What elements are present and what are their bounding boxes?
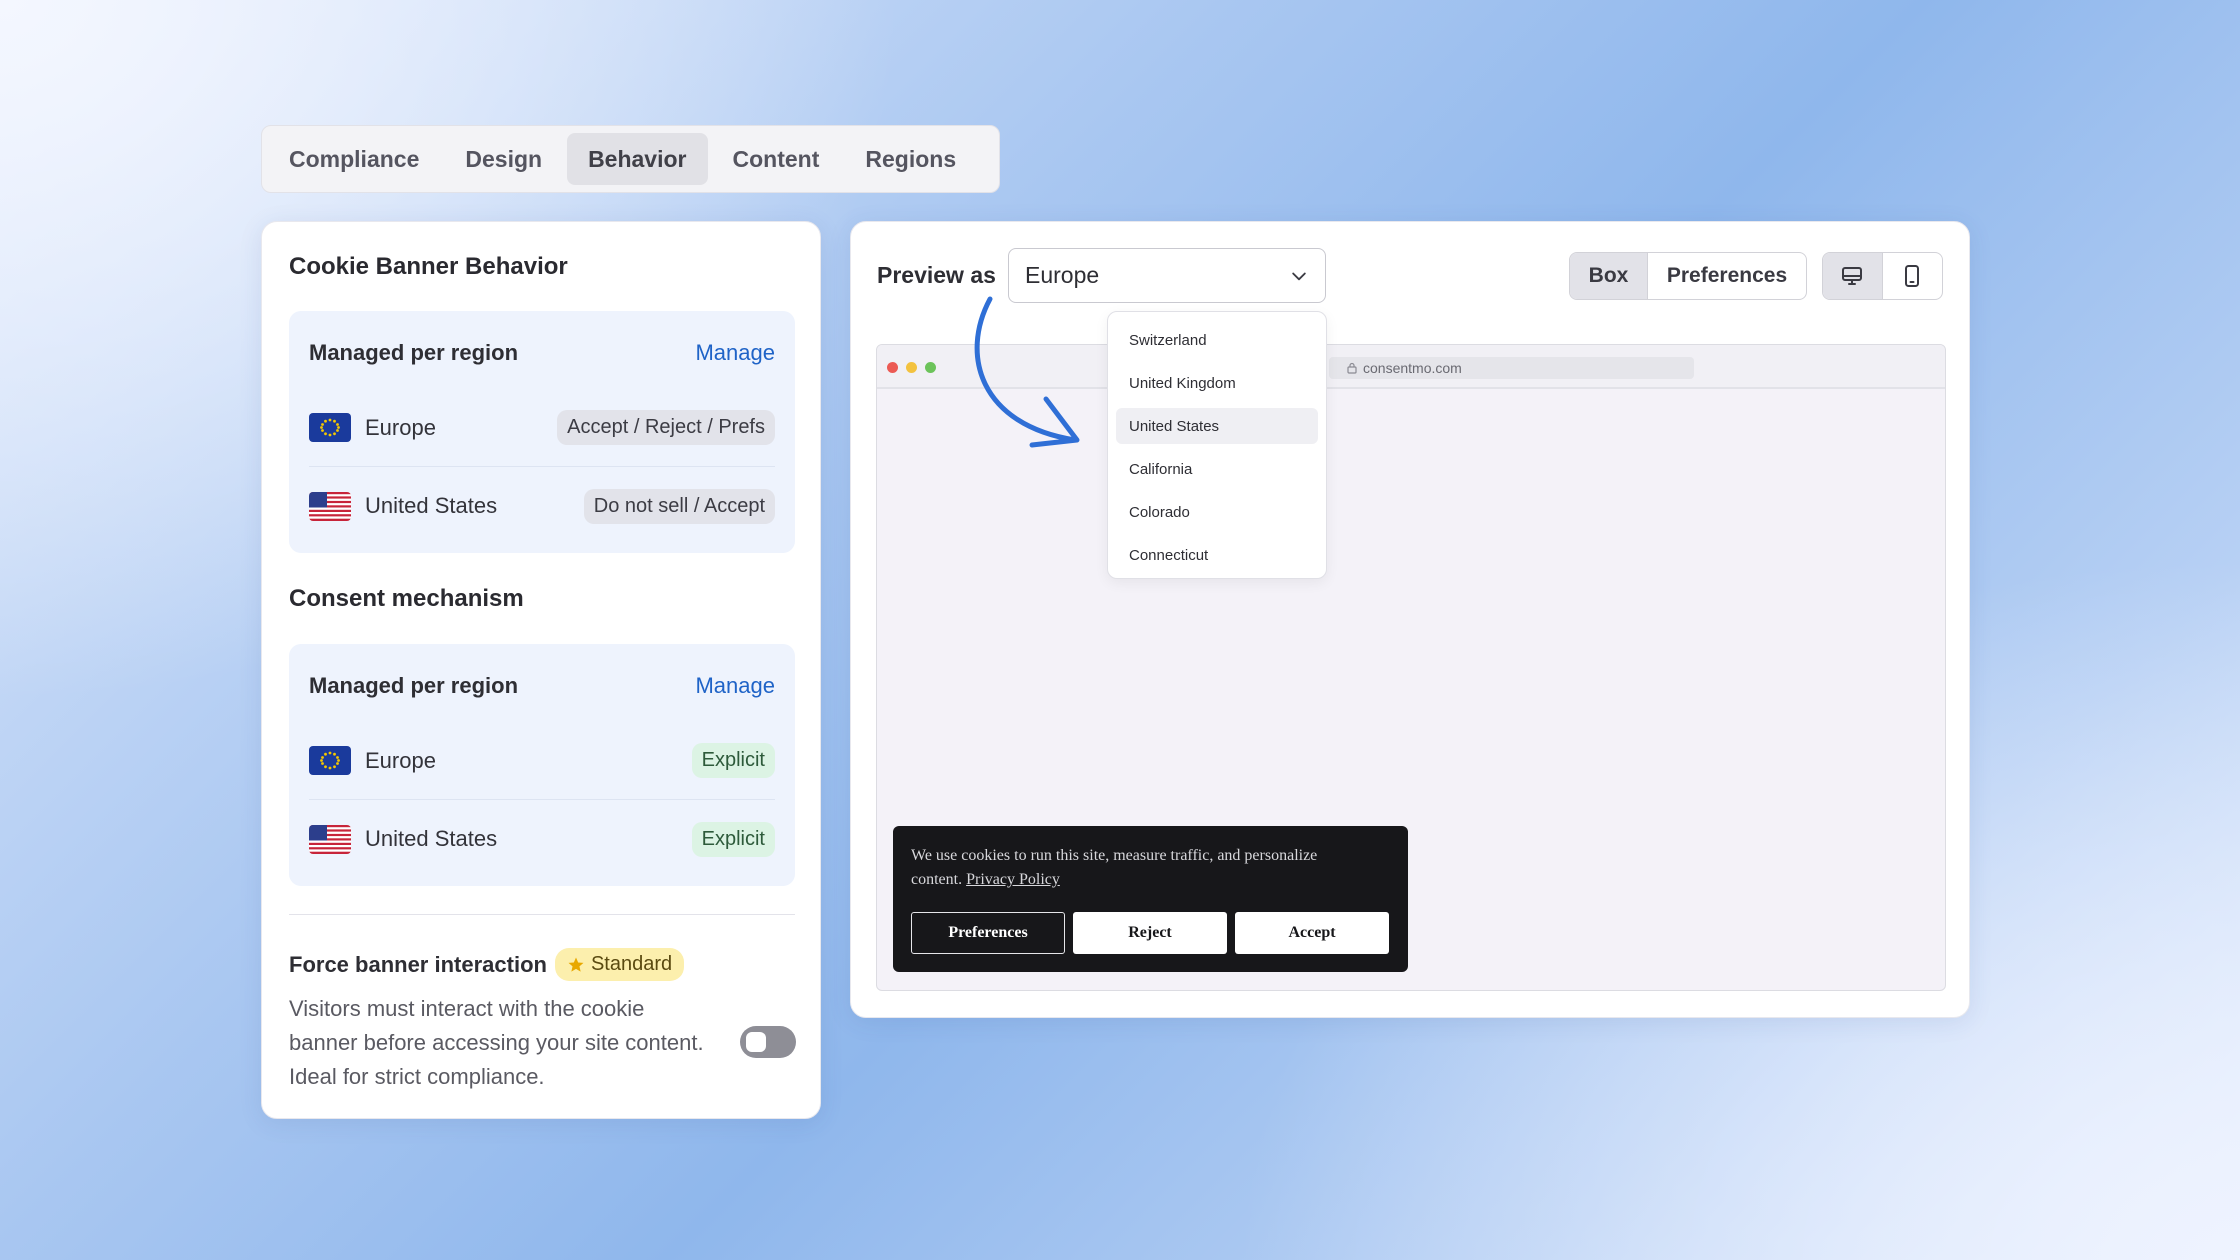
consent-mechanism-title: Consent mechanism (289, 585, 524, 612)
dropdown-option-united-kingdom[interactable]: United Kingdom (1116, 365, 1318, 401)
preview-as-label: Preview as (877, 262, 996, 288)
behavior-region-box: Managed per region Manage Europe Accept … (289, 311, 795, 553)
tab-design[interactable]: Design (444, 133, 563, 185)
force-banner-toggle[interactable] (740, 1026, 796, 1058)
close-dot-icon (887, 362, 898, 373)
view-mode-toggle: Box Preferences (1569, 252, 1807, 300)
region-row-united-states: United States Explicit (309, 800, 775, 878)
managed-per-region-label: Managed per region (309, 673, 519, 698)
region-name: Europe (365, 747, 436, 773)
eu-flag-icon (309, 413, 351, 442)
behavior-settings-panel: Cookie Banner Behavior Managed per regio… (261, 221, 821, 1119)
tab-content[interactable]: Content (712, 133, 841, 185)
region-row-united-states: United States Do not sell / Accept (309, 467, 775, 545)
dropdown-option-colorado[interactable]: Colorado (1116, 494, 1318, 530)
us-flag-icon (309, 824, 351, 854)
banner-accept-button[interactable]: Accept (1235, 912, 1389, 954)
mobile-view-button[interactable] (1883, 253, 1943, 299)
preferences-view-button[interactable]: Preferences (1648, 253, 1806, 299)
address-bar: consentmo.com (1329, 357, 1694, 379)
standard-badge: Standard (554, 948, 685, 981)
consent-value-badge: Explicit (691, 821, 775, 857)
box-view-button[interactable]: Box (1570, 253, 1648, 299)
region-select-value: Europe (1025, 262, 1100, 288)
behavior-value-badge: Do not sell / Accept (583, 488, 775, 524)
address-url: consentmo.com (1363, 360, 1462, 376)
dropdown-option-switzerland[interactable]: Switzerland (1116, 322, 1318, 358)
region-row-europe: Europe Accept / Reject / Prefs (309, 389, 775, 467)
desktop-icon (1842, 267, 1863, 285)
force-banner-description: Visitors must interact with the cookie b… (289, 996, 704, 1089)
standard-badge-label: Standard (590, 953, 673, 975)
eu-flag-icon (309, 746, 351, 775)
force-banner-title: Force banner interaction (289, 951, 547, 977)
cookie-banner-preview: We use cookies to run this site, measure… (893, 826, 1408, 972)
manage-behavior-link[interactable]: Manage (695, 340, 775, 366)
banner-reject-button[interactable]: Reject (1073, 912, 1227, 954)
force-banner-header: Force banner interaction Standard (289, 948, 685, 981)
maximize-dot-icon (925, 362, 936, 373)
desktop-view-button[interactable] (1823, 253, 1883, 299)
tab-behavior[interactable]: Behavior (567, 133, 708, 185)
manage-consent-link[interactable]: Manage (695, 673, 775, 699)
region-name: United States (365, 826, 498, 851)
mobile-icon (1905, 265, 1920, 287)
region-dropdown-menu: Switzerland United Kingdom United States… (1107, 311, 1327, 579)
consent-value-badge: Explicit (691, 743, 775, 778)
chevron-down-icon (1292, 272, 1306, 280)
section-divider (289, 914, 795, 915)
star-icon (568, 957, 584, 972)
region-row-europe: Europe Explicit (309, 722, 775, 800)
cookie-banner-text: We use cookies to run this site, measure… (911, 844, 1331, 892)
cookie-banner-behavior-title: Cookie Banner Behavior (289, 253, 568, 280)
managed-per-region-label: Managed per region (309, 340, 519, 365)
privacy-policy-link[interactable]: Privacy Policy (966, 871, 1060, 888)
banner-preferences-button[interactable]: Preferences (911, 912, 1065, 954)
toggle-knob (746, 1032, 766, 1052)
dropdown-option-connecticut[interactable]: Connecticut (1116, 537, 1318, 573)
tab-compliance[interactable]: Compliance (268, 133, 440, 185)
us-flag-icon (309, 491, 351, 521)
dropdown-option-california[interactable]: California (1116, 451, 1318, 487)
region-name: Europe (365, 414, 436, 440)
behavior-value-badge: Accept / Reject / Prefs (557, 410, 775, 445)
region-name: United States (365, 493, 498, 518)
device-toggle (1822, 252, 1943, 300)
cookie-banner-buttons: Preferences Reject Accept (911, 912, 1389, 954)
settings-tabs: Compliance Design Behavior Content Regio… (261, 125, 1000, 193)
minimize-dot-icon (906, 362, 917, 373)
tab-regions[interactable]: Regions (844, 133, 977, 185)
consent-region-box: Managed per region Manage Europe Explici… (289, 644, 795, 886)
curved-arrow-icon (974, 296, 1080, 448)
dropdown-option-united-states[interactable]: United States (1116, 408, 1318, 444)
lock-icon (1347, 362, 1357, 374)
